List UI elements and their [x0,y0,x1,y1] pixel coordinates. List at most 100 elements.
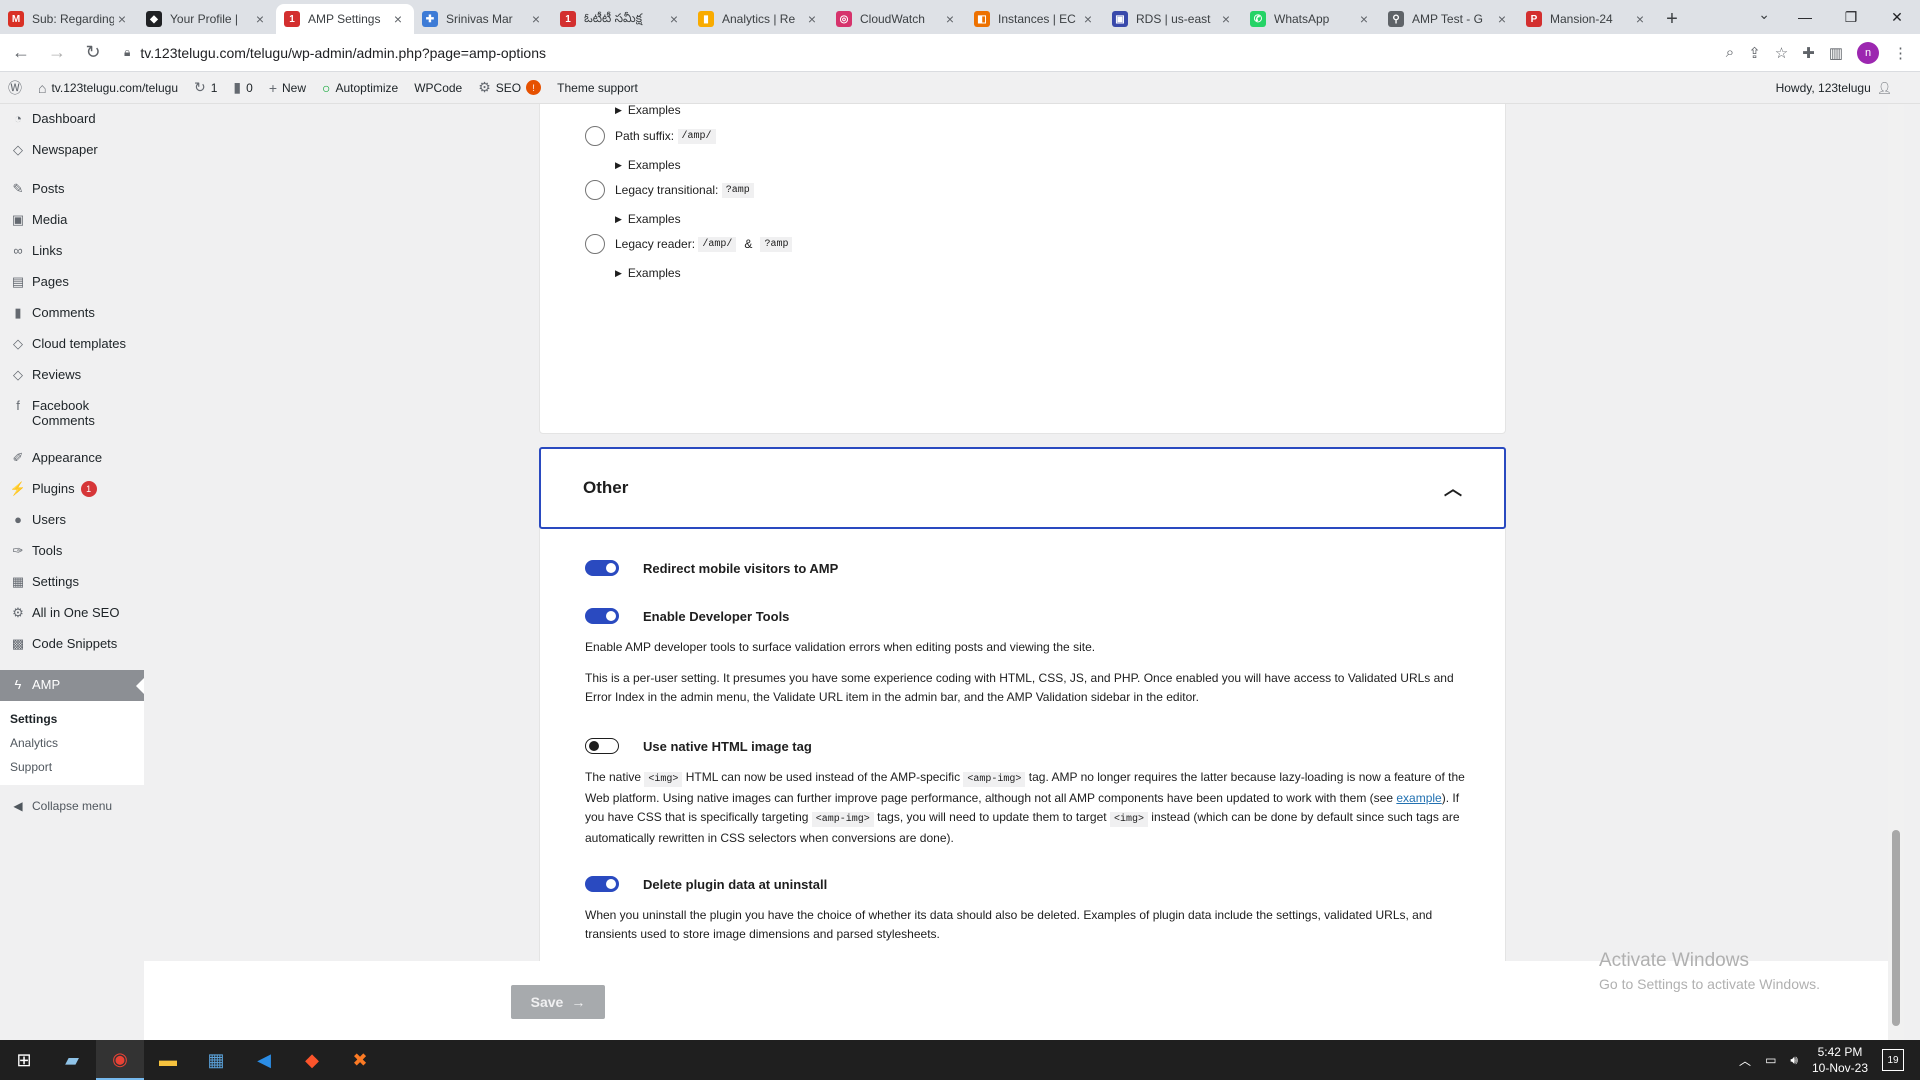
sidebar-item-newspaper[interactable]: ◇ Newspaper [0,135,144,166]
reload-button[interactable]: ↻ [78,38,108,68]
close-window-icon[interactable]: ✕ [1874,0,1920,34]
redirect-mobile-toggle[interactable] [585,560,619,576]
path-suffix-option[interactable]: Path suffix: /amp/ [585,126,716,146]
example-link[interactable]: example [1396,791,1441,805]
brave-icon[interactable]: ◆ [288,1040,336,1080]
browser-tab[interactable]: 1 AMP Settings × [276,4,414,34]
address-bar[interactable]: 🔒︎ tv.123telugu.com/telugu/wp-admin/admi… [114,37,1718,68]
examples-toggle[interactable]: ▶ Examples [615,104,681,117]
sidebar-item-cloud-templates[interactable]: ◇ Cloud templates [0,329,144,360]
notifications-icon[interactable]: 19 [1882,1049,1904,1071]
sidebar-item-plugins[interactable]: ⚡ Plugins 1 [0,474,144,505]
extensions-icon[interactable]: ✚ [1802,44,1815,62]
wpcode-link[interactable]: WPCode [406,72,470,104]
browser-tab[interactable]: ✚ Srinivas Mar × [414,4,552,34]
path-suffix-radio[interactable] [585,126,605,146]
profile-avatar[interactable]: n [1857,41,1879,64]
sidebar-item-code-snippets[interactable]: ▩ Code Snippets [0,629,144,660]
back-button[interactable]: ← [6,38,36,68]
sidebar-item-facebook-comments[interactable]: f Facebook Comments [0,391,144,435]
site-name-link[interactable]: ⌂ tv.123telugu.com/telugu [30,72,186,104]
submenu-item-support[interactable]: Support [0,755,144,779]
minimize-icon[interactable]: — [1782,0,1828,34]
browser-tab[interactable]: ✆ WhatsApp × [1242,4,1380,34]
browser-tab[interactable]: ▣ RDS | us-east × [1104,4,1242,34]
legacy-transitional-option[interactable]: Legacy transitional: ?amp [585,180,754,200]
file-explorer-icon[interactable]: ▬ [144,1040,192,1080]
legacy-reader-option[interactable]: Legacy reader: /amp/ & ?amp [585,234,793,254]
sidebar-item-tools[interactable]: ✑ Tools [0,536,144,567]
updates-link[interactable]: ↻ 1 [186,72,225,104]
scrollbar-thumb[interactable] [1892,830,1900,1026]
browser-tab[interactable]: M Sub: Regarding × [0,4,138,34]
vscode-icon[interactable]: ◀ [240,1040,288,1080]
submenu-item-settings[interactable]: Settings [0,707,144,731]
xampp-icon[interactable]: ✖ [336,1040,384,1080]
browser-tab[interactable]: ◧ Instances | EC × [966,4,1104,34]
close-tab-icon[interactable]: × [114,11,130,27]
legacy-reader-radio[interactable] [585,234,605,254]
sidebar-item-links[interactable]: ∞ Links [0,236,144,267]
browser-menu-icon[interactable]: ⋮ [1893,44,1908,62]
browser-tab[interactable]: ⚲ AMP Test - G × [1380,4,1518,34]
volume-icon[interactable]: 🔊︎ [1790,1053,1798,1068]
sidebar-item-comments[interactable]: ▮ Comments [0,298,144,329]
sidebar-item-dashboard[interactable]: ◔ Dashboard [0,104,144,135]
sidebar-item-reviews[interactable]: ◇ Reviews [0,360,144,391]
other-panel-header[interactable]: Other ︿ [539,447,1506,529]
browser-tab[interactable]: ▮ Analytics | Re × [690,4,828,34]
calculator-icon[interactable]: ▦ [192,1040,240,1080]
submenu-item-analytics[interactable]: Analytics [0,731,144,755]
close-tab-icon[interactable]: × [1494,11,1510,27]
legacy-transitional-radio[interactable] [585,180,605,200]
browser-tab[interactable]: 1 ఓటీటీ సమీక్ష × [552,4,690,34]
seo-link[interactable]: ⚙ SEO! [470,72,549,104]
collapse-menu-button[interactable]: ◀ Collapse menu [0,785,144,827]
developer-tools-toggle[interactable] [585,608,619,624]
sidebar-item-all-in-one-seo[interactable]: ⚙ All in One SEO [0,598,144,629]
sidebar-item-media[interactable]: ▣ Media [0,205,144,236]
native-img-toggle[interactable] [585,738,619,754]
notepad-icon[interactable]: ▰ [48,1040,96,1080]
windows-start-icon[interactable]: ⊞ [0,1040,48,1080]
close-tab-icon[interactable]: × [528,11,544,27]
sidepanel-icon[interactable]: ▥ [1829,44,1843,62]
browser-tab[interactable]: ◆ Your Profile | × [138,4,276,34]
sidebar-item-pages[interactable]: ▤ Pages [0,267,144,298]
taskbar-clock[interactable]: 5:42 PM 10-Nov-23 [1812,1044,1868,1076]
close-tab-icon[interactable]: × [666,11,682,27]
network-icon[interactable]: ▭ [1765,1053,1776,1067]
close-tab-icon[interactable]: × [1218,11,1234,27]
delete-data-toggle[interactable] [585,876,619,892]
star-icon[interactable]: ☆ [1775,44,1788,62]
chevron-up-icon[interactable]: ︿ [1444,475,1462,501]
restore-icon[interactable]: ❐ [1828,0,1874,34]
browser-tab[interactable]: ◎ CloudWatch × [828,4,966,34]
close-tab-icon[interactable]: × [942,11,958,27]
save-button[interactable]: Save → [511,985,605,1019]
new-tab-button[interactable]: + [1656,4,1688,34]
comments-link[interactable]: ▮ 0 [225,72,260,104]
close-tab-icon[interactable]: × [1356,11,1372,27]
close-tab-icon[interactable]: × [252,11,268,27]
chrome-icon[interactable]: ◉ [96,1040,144,1080]
sidebar-item-settings[interactable]: ▦ Settings [0,567,144,598]
page-scrollbar[interactable] [1888,104,1904,1040]
theme-support-link[interactable]: Theme support [549,72,646,104]
sidebar-item-users[interactable]: ● Users [0,505,144,536]
forward-button[interactable]: → [42,38,72,68]
tray-chevron-icon[interactable]: ︿ [1739,1052,1751,1069]
close-tab-icon[interactable]: × [1632,11,1648,27]
examples-toggle[interactable]: ▶ Examples [615,158,681,172]
zoom-icon[interactable]: ⌕ [1726,44,1734,61]
new-content-link[interactable]: + New [261,72,314,104]
close-tab-icon[interactable]: × [1080,11,1096,27]
autoptimize-link[interactable]: ○ Autoptimize [314,72,406,104]
examples-toggle[interactable]: ▶ Examples [615,212,681,226]
close-tab-icon[interactable]: × [804,11,820,27]
tab-search-icon[interactable]: ⌄ [1758,6,1770,23]
browser-tab[interactable]: P Mansion-24 × [1518,4,1656,34]
sidebar-item-appearance[interactable]: ✐ Appearance [0,443,144,474]
close-tab-icon[interactable]: × [390,11,406,27]
sidebar-item-amp[interactable]: ϟ AMP [0,670,144,701]
